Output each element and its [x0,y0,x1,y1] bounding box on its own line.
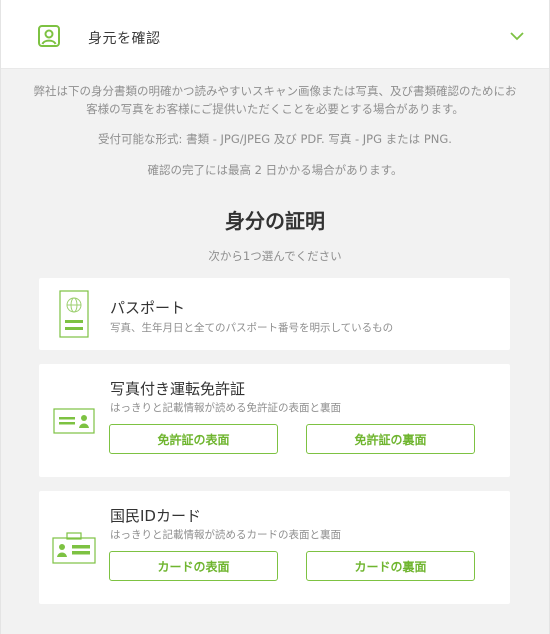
passport-icon [59,290,89,338]
id-card-back-button[interactable]: カードの裏面 [306,551,475,581]
license-back-button[interactable]: 免許証の裏面 [306,424,475,454]
passport-description: 写真、生年月日と全てのパスポート番号を明示しているもの [110,322,394,334]
intro-paragraph: 弊社は下の身分書類の明確かつ読みやすいスキャン画像または写真、及び書類確認のため… [33,84,517,116]
id-card-front-button[interactable]: カードの表面 [109,551,278,581]
proof-subheading: 次から1つ選んでください [208,249,342,263]
passport-card[interactable]: パスポート 写真、生年月日と全てのパスポート番号を明示しているもの [39,278,510,350]
id-person-icon [38,25,60,47]
identity-header[interactable]: 身元を確認 [1,0,549,69]
chevron-down-icon[interactable] [508,27,526,45]
proof-heading: 身分の証明 [225,209,325,233]
accepted-formats: 受付可能な形式: 書類 - JPG/JPEG 及び PDF. 写真 - JPG … [98,132,452,146]
driver-license-icon [53,408,95,434]
license-front-button[interactable]: 免許証の表面 [109,424,278,454]
id-card-card: 国民IDカード はっきりと記載情報が読めるカードの表面と裏面 カードの表面 カー… [39,491,510,604]
id-card-description: はっきりと記載情報が読めるカードの表面と裏面 [110,529,341,541]
id-card-title: 国民IDカード [110,507,201,525]
license-description: はっきりと記載情報が読める免許証の表面と裏面 [110,402,341,414]
passport-title: パスポート [110,299,186,317]
license-card: 写真付き運転免許証 はっきりと記載情報が読める免許証の表面と裏面 免許証の表面 … [39,364,510,477]
header-title: 身元を確認 [88,31,161,47]
license-title: 写真付き運転免許証 [110,380,246,398]
processing-note: 確認の完了には最高 2 日かかる場合があります。 [147,163,403,177]
id-card-icon [52,532,96,564]
